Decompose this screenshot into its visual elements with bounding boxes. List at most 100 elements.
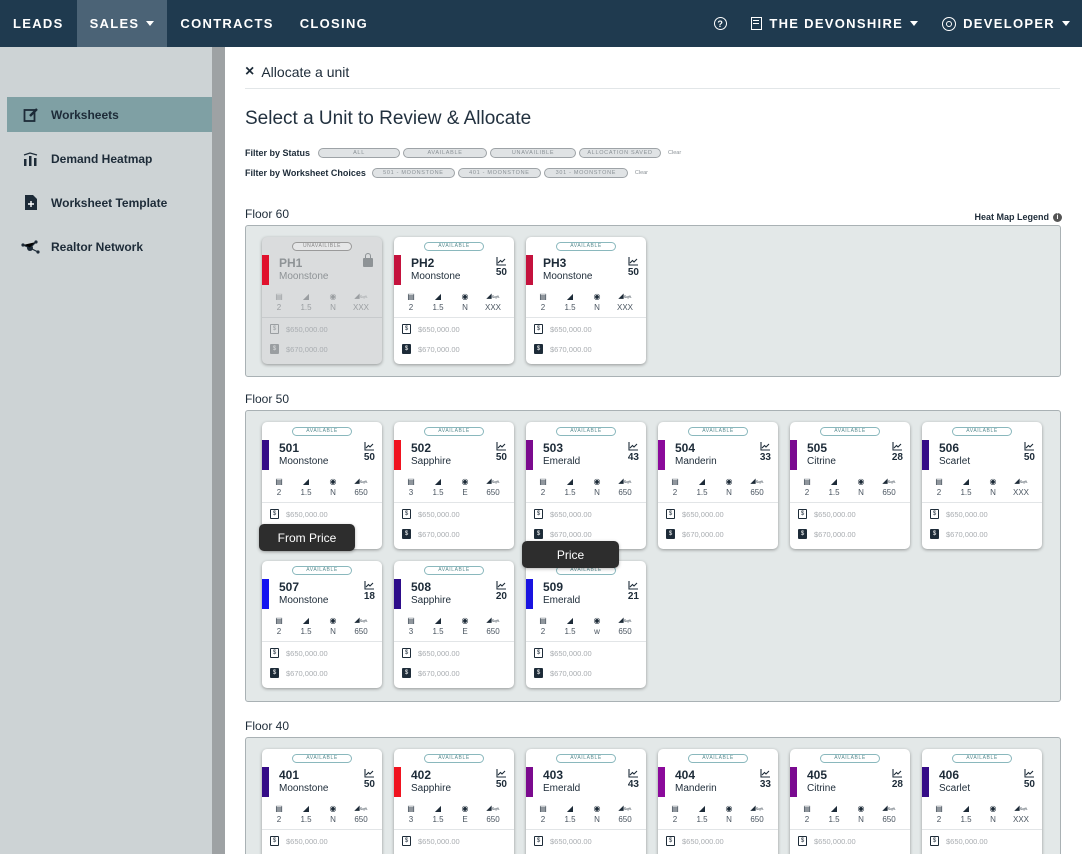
unit-card[interactable]: AVAILABLE 505 Citrine 28 ▤ 2 ◢ 1.5 ◉ N ◢Sqft. 650 $ $… <box>790 422 910 549</box>
unit-card[interactable]: AVAILABLE 404 Manderin 33 ▤ 2 ◢ 1.5 ◉ N ◢Sqft. 650 $… <box>658 749 778 854</box>
from-price[interactable]: $ $650,000.00 <box>270 509 328 519</box>
from-price[interactable]: $ $650,000.00 <box>270 836 328 846</box>
sidebar-item-label: Demand Heatmap <box>51 151 153 166</box>
price[interactable]: $ $670,000.00 <box>534 668 592 678</box>
price[interactable]: $ $670,000.00 <box>402 529 460 539</box>
filter-chip-worksheet[interactable]: 301 - MOONSTONE <box>543 168 628 178</box>
sidebar-item-demand-heatmap[interactable]: Demand Heatmap <box>7 141 212 176</box>
filter-chip-unavailable[interactable]: UNAVAILIBLE <box>490 148 577 158</box>
nav-contracts[interactable]: CONTRACTS <box>167 0 286 47</box>
unit-card[interactable]: AVAILABLE 405 Citrine 28 ▤ 2 ◢ 1.5 ◉ N ◢Sqft. 650 $ $… <box>790 749 910 854</box>
sidebar-item-worksheet-template[interactable]: Worksheet Template <box>7 185 212 220</box>
model-color-bar <box>394 579 401 609</box>
nav-sales[interactable]: SALES <box>76 0 168 47</box>
exposure-value: N <box>330 815 336 824</box>
unit-card[interactable]: UNAVAILIBLE PH1 Moonstone ▤ 2 ◢ 1.5 ◉ N ◢Sqft. XXX… <box>262 237 382 364</box>
from-price[interactable]: $ $650,000.00 <box>534 509 592 519</box>
price-doc-icon: $ <box>402 668 411 678</box>
filter-chip-available[interactable]: AVAILABLE <box>403 148 488 158</box>
price[interactable]: $ $670,000.00 <box>534 529 592 539</box>
unit-card[interactable]: AVAILABLE 406 Scarlet 50 ▤ 2 ◢ 1.5 ◉ N ◢Sqft. XXX $ $… <box>922 749 1042 854</box>
sqft-spec: ◢Sqft. 650 <box>612 477 638 497</box>
from-price[interactable]: $ $650,000.00 <box>402 836 460 846</box>
unit-number: 501 <box>279 441 300 455</box>
unit-card[interactable]: AVAILABLE 401 Moonstone 50 ▤ 2 ◢ 1.5 ◉ N ◢Sqft. 650… <box>262 749 382 854</box>
demand-score: 43 <box>627 779 639 790</box>
price[interactable]: $ $670,000.00 <box>270 668 328 678</box>
from-price[interactable]: $ $650,000.00 <box>534 836 592 846</box>
unit-card[interactable]: AVAILABLE PH3 Moonstone 50 ▤ 2 ◢ 1.5 ◉ N ◢Sqft. XXX… <box>526 237 646 364</box>
from-price[interactable]: $ $650,000.00 <box>402 648 460 658</box>
from-price[interactable]: $ $650,000.00 <box>666 836 724 846</box>
sidebar-scrollbar[interactable] <box>212 47 225 854</box>
price[interactable]: $ $670,000.00 <box>402 344 460 354</box>
price-doc-icon: $ <box>534 668 543 678</box>
nav-closing[interactable]: CLOSING <box>287 0 381 47</box>
price[interactable]: $ $670,000.00 <box>270 344 328 354</box>
clear-worksheet-filter[interactable]: Clear <box>635 170 648 176</box>
model-color-bar <box>262 579 269 609</box>
unit-card[interactable]: AVAILABLE 502 Sapphire 50 ▤ 3 ◢ 1.5 ◉ E ◢Sqft. 650 $… <box>394 422 514 549</box>
help-button[interactable]: ? <box>702 0 739 47</box>
compass-icon: ◉ <box>725 804 733 813</box>
divider <box>262 502 382 503</box>
close-allocate-button[interactable]: × Allocate a unit <box>245 63 349 81</box>
caret-down-icon <box>146 21 155 26</box>
from-price[interactable]: $ $650,000.00 <box>534 648 592 658</box>
unit-card[interactable]: AVAILABLE 509 Emerald 21 ▤ 2 ◢ 1.5 ◉ w ◢Sqft. 650 $ $… <box>526 561 646 688</box>
from-price[interactable]: $ $650,000.00 <box>270 648 328 658</box>
beds-spec: ▤ 2 <box>662 804 688 824</box>
filter-chip-worksheet[interactable]: 501 - MOONSTONE <box>371 168 455 178</box>
unit-card[interactable]: AVAILABLE 402 Sapphire 50 ▤ 3 ◢ 1.5 ◉ E ◢Sqft. 650 $… <box>394 749 514 854</box>
bed-icon: ▤ <box>275 804 283 813</box>
bath-icon: ◢ <box>302 804 310 813</box>
nav-leads[interactable]: LEADS <box>0 0 77 47</box>
unit-card[interactable]: AVAILABLE PH2 Moonstone 50 ▤ 2 ◢ 1.5 ◉ N ◢Sqft. XXX… <box>394 237 514 364</box>
heat-map-legend[interactable]: Heat Map Legend i <box>974 212 1062 222</box>
from-price[interactable]: $ $650,000.00 <box>798 509 856 519</box>
unit-card[interactable]: AVAILABLE 507 Moonstone 18 ▤ 2 ◢ 1.5 ◉ N ◢Sqft. 650… <box>262 561 382 688</box>
price[interactable]: $ $670,000.00 <box>402 668 460 678</box>
beds-spec: ▤ 2 <box>266 477 292 497</box>
unit-model: Emerald <box>543 783 581 794</box>
clear-status-filter[interactable]: Clear <box>668 150 681 156</box>
filter-chip-worksheet[interactable]: 401 - MOONSTONE <box>457 168 541 178</box>
price[interactable]: $ $670,000.00 <box>534 344 592 354</box>
user-menu[interactable]: DEVELOPER <box>930 0 1082 47</box>
area-icon: ◢Sqft. <box>750 478 764 485</box>
from-price[interactable]: $ $650,000.00 <box>402 509 460 519</box>
unit-card[interactable]: AVAILABLE 503 Emerald 43 ▤ 2 ◢ 1.5 ◉ N ◢Sqft. 650 $ $… <box>526 422 646 549</box>
from-price[interactable]: $ $650,000.00 <box>666 509 724 519</box>
from-price[interactable]: $ $650,000.00 <box>402 324 460 334</box>
bed-icon: ▤ <box>407 616 415 625</box>
lock-icon <box>363 253 373 267</box>
filter-chip-allocation-saved[interactable]: ALLOCATION SAVED <box>579 148 662 158</box>
filter-chip-all[interactable]: ALL <box>318 148 401 158</box>
demand-score: 50 <box>495 267 507 278</box>
from-price[interactable]: $ $650,000.00 <box>798 836 856 846</box>
building-selector[interactable]: THE DEVONSHIRE <box>739 0 930 47</box>
sqft-label: Sqft. <box>887 806 896 811</box>
from-price[interactable]: $ $650,000.00 <box>930 836 988 846</box>
price-value: $670,000.00 <box>814 529 856 539</box>
price[interactable]: $ $670,000.00 <box>666 529 724 539</box>
bed-icon: ▤ <box>275 292 283 301</box>
unit-number: 401 <box>279 768 300 782</box>
from-price[interactable]: $ $650,000.00 <box>270 324 328 334</box>
exposure-value: N <box>990 815 996 824</box>
demand-score: 50 <box>495 779 507 790</box>
sidebar-item-worksheets[interactable]: Worksheets <box>7 97 212 132</box>
price[interactable]: $ $670,000.00 <box>930 529 988 539</box>
sidebar-item-realtor-network[interactable]: Realtor Network <box>7 229 212 264</box>
unit-card[interactable]: AVAILABLE 403 Emerald 43 ▤ 2 ◢ 1.5 ◉ N ◢Sqft. 650 $ $… <box>526 749 646 854</box>
sqft-spec: ◢Sqft. XXX <box>612 292 638 312</box>
model-color-bar <box>922 440 929 470</box>
from-price[interactable]: $ $650,000.00 <box>930 509 988 519</box>
unit-card[interactable]: AVAILABLE 504 Manderin 33 ▤ 2 ◢ 1.5 ◉ N ◢Sqft. 650 $… <box>658 422 778 549</box>
from-price[interactable]: $ $650,000.00 <box>534 324 592 334</box>
unit-card[interactable]: AVAILABLE 508 Sapphire 20 ▤ 3 ◢ 1.5 ◉ E ◢Sqft. 650 $… <box>394 561 514 688</box>
price[interactable]: $ $670,000.00 <box>798 529 856 539</box>
unit-card[interactable]: AVAILABLE 506 Scarlet 50 ▤ 2 ◢ 1.5 ◉ N ◢Sqft. XXX $ $… <box>922 422 1042 549</box>
exposure-spec: ◉ N <box>848 804 874 824</box>
baths-value: 1.5 <box>300 627 312 636</box>
